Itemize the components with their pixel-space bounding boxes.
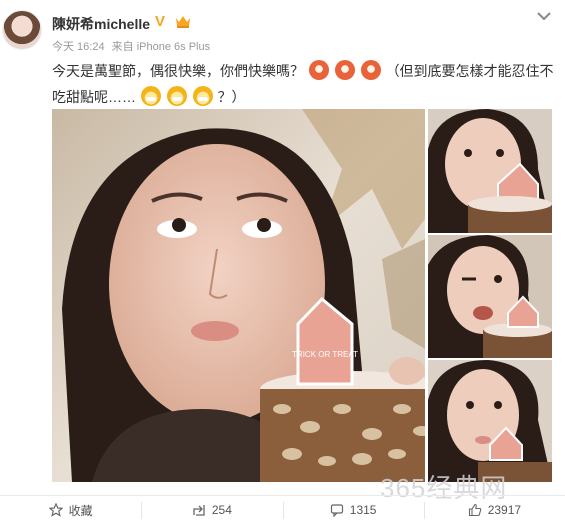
yellow-face-icon xyxy=(192,86,213,106)
photo-thumb[interactable] xyxy=(428,235,552,358)
post-text-part: ？） xyxy=(217,89,246,105)
cake-tag-text: TRICK OR TREAT xyxy=(292,350,358,359)
weibo-post-card: 陳妍希michelle V 今天 16:24 来自 iPhone 6s Plus… xyxy=(0,0,565,524)
photo-main[interactable]: TRICK OR TREAT xyxy=(52,109,425,482)
comment-count: 1315 xyxy=(349,503,377,517)
red-face-icon xyxy=(360,60,381,80)
share-count: 254 xyxy=(211,503,232,517)
comment-icon xyxy=(330,504,343,517)
photo-thumb[interactable] xyxy=(428,360,552,482)
red-face-icon xyxy=(334,60,355,80)
member-crown-icon[interactable] xyxy=(174,13,192,29)
like-button[interactable]: 23917 xyxy=(423,496,565,524)
post-text-part: 今天是萬聖節，偶很快樂，你們快樂嗎？ xyxy=(52,63,304,79)
post-source: 来自 iPhone 6s Plus xyxy=(111,41,211,53)
avatar[interactable] xyxy=(2,10,42,50)
photo-thumb[interactable] xyxy=(428,109,552,233)
favorite-label: 收藏 xyxy=(68,503,93,518)
like-count: 23917 xyxy=(487,503,522,517)
share-icon xyxy=(193,505,205,516)
post-time[interactable]: 今天 16:24 xyxy=(52,41,105,53)
favorite-button[interactable]: 收藏 xyxy=(0,496,141,524)
post-meta: 今天 16:24 来自 iPhone 6s Plus xyxy=(52,38,214,54)
share-button[interactable]: 254 xyxy=(141,496,282,524)
red-face-icon xyxy=(308,60,329,80)
post-text: 今天是萬聖節，偶很快樂，你們快樂嗎？ （但到底要怎樣才能忍住不吃甜點呢…… ？） xyxy=(52,58,557,110)
action-bar: 收藏 254 1315 23917 xyxy=(0,495,565,524)
yellow-face-icon xyxy=(140,86,161,106)
thumbs-up-icon xyxy=(468,503,481,517)
yellow-face-icon xyxy=(166,86,187,106)
author-name[interactable]: 陳妍希michelle xyxy=(52,14,150,34)
verified-badge-icon: V xyxy=(155,13,166,30)
comment-button[interactable]: 1315 xyxy=(282,496,424,524)
star-icon xyxy=(48,503,63,517)
chevron-down-icon[interactable] xyxy=(536,10,552,22)
